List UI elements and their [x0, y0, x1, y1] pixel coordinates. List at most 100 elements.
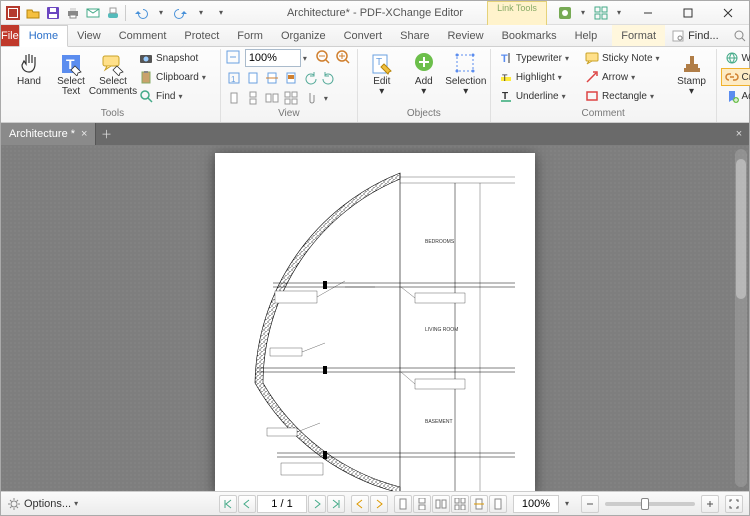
close-all-tabs-button[interactable]: × — [729, 123, 749, 145]
web-links-tool[interactable]: Web Links▾ — [721, 49, 750, 67]
tab-comment[interactable]: Comment — [110, 25, 176, 46]
highlight-tool[interactable]: THighlight▾ — [495, 68, 579, 86]
clipboard-tool[interactable]: Clipboard▾ — [135, 68, 216, 86]
zoom-slider-knob[interactable] — [641, 498, 649, 510]
open-icon[interactable] — [25, 5, 41, 21]
actual-size-icon[interactable]: 1 — [225, 69, 243, 87]
fullscreen-status-button[interactable] — [725, 495, 743, 513]
forward-button[interactable] — [370, 495, 388, 513]
select-text-tool[interactable]: T Select Text — [51, 49, 91, 98]
snapshot-tool[interactable]: Snapshot — [135, 49, 216, 67]
launch-dd[interactable]: ▾ — [611, 5, 627, 21]
zoom-in-status-button[interactable] — [701, 495, 719, 513]
print-icon[interactable] — [65, 5, 81, 21]
redo-icon[interactable] — [173, 5, 189, 21]
tab-form[interactable]: Form — [228, 25, 272, 46]
create-link-tool[interactable]: Create Link — [721, 68, 750, 86]
fit-width-status-icon[interactable] — [470, 495, 488, 513]
arrow-tool[interactable]: Arrow▾ — [581, 68, 670, 86]
save-icon[interactable] — [45, 5, 61, 21]
layout-two-icon[interactable] — [432, 495, 450, 513]
add-bookmark-tool[interactable]: Add Bookmark — [721, 87, 750, 105]
prev-page-button[interactable] — [238, 495, 256, 513]
tab-review[interactable]: Review — [438, 25, 492, 46]
undo-icon[interactable] — [133, 5, 149, 21]
two-page-icon[interactable] — [263, 89, 281, 107]
layout-two-cont-icon[interactable] — [451, 495, 469, 513]
find-tool[interactable]: Find▾ — [135, 87, 216, 105]
search-button[interactable]: Search... — [727, 27, 750, 45]
maximize-button[interactable] — [669, 2, 707, 24]
first-page-button[interactable] — [219, 495, 237, 513]
continuous-icon[interactable] — [244, 89, 262, 107]
scrollbar-thumb[interactable] — [736, 159, 746, 299]
close-button[interactable] — [709, 2, 747, 24]
options-button[interactable]: Options...▾ — [7, 497, 84, 511]
titlebar: ▾ ▾ ▾ Architecture* - PDF-XChange Editor… — [1, 1, 749, 25]
zoom-out-status-button[interactable] — [581, 495, 599, 513]
tab-file[interactable]: File — [1, 25, 19, 46]
undo-dropdown[interactable]: ▾ — [153, 5, 169, 21]
fit-page-status-icon[interactable] — [489, 495, 507, 513]
ui-theme-dd[interactable]: ▾ — [575, 5, 591, 21]
add-button[interactable]: Add▾ — [404, 49, 444, 98]
document-tab-close-icon[interactable]: × — [81, 128, 87, 140]
zoom-out-icon[interactable] — [315, 49, 333, 67]
fit-width-icon[interactable] — [263, 69, 281, 87]
typewriter-tool[interactable]: TTypewriter▾ — [495, 49, 579, 67]
launch-icon[interactable] — [593, 5, 609, 21]
select-comments-tool[interactable]: Select Comments — [93, 49, 133, 98]
zoom-status-input[interactable] — [513, 495, 559, 513]
tab-home[interactable]: Home — [19, 25, 68, 47]
tab-help[interactable]: Help — [566, 25, 607, 46]
tab-format[interactable]: Format — [612, 25, 665, 46]
selection-button[interactable]: Selection▾ — [446, 49, 486, 98]
zoom-status-dd[interactable]: ▾ — [565, 499, 575, 508]
hand-tool[interactable]: Hand — [9, 49, 49, 88]
sticky-note-tool[interactable]: Sticky Note▾ — [581, 49, 670, 67]
view-icon-row-1: 1 — [225, 69, 338, 87]
new-tab-button[interactable]: ＋ — [96, 123, 116, 145]
qat-customize[interactable]: ▾ — [213, 5, 229, 21]
tab-bookmarks[interactable]: Bookmarks — [493, 25, 566, 46]
view-more-dd[interactable]: ▾ — [320, 89, 338, 107]
attachments-icon[interactable] — [301, 89, 319, 107]
email-icon[interactable] — [85, 5, 101, 21]
edit-button[interactable]: T Edit▾ — [362, 49, 402, 98]
tab-convert[interactable]: Convert — [335, 25, 392, 46]
ui-theme-icon[interactable] — [557, 5, 573, 21]
redo-dropdown[interactable]: ▾ — [193, 5, 209, 21]
zoom-slider[interactable] — [605, 502, 695, 506]
page-input[interactable] — [257, 495, 307, 513]
zoom-out-rect-icon[interactable] — [225, 49, 243, 67]
rectangle-tool[interactable]: Rectangle▾ — [581, 87, 670, 105]
two-continuous-icon[interactable] — [282, 89, 300, 107]
vertical-scrollbar[interactable] — [735, 149, 747, 487]
next-page-button[interactable] — [308, 495, 326, 513]
minimize-button[interactable] — [629, 2, 667, 24]
tab-view[interactable]: View — [68, 25, 110, 46]
workspace[interactable]: BEDROOMS LIVING ROOM BASEMENT — [1, 145, 749, 491]
scan-icon[interactable] — [105, 5, 121, 21]
zoom-dd[interactable]: ▾ — [303, 54, 313, 63]
rotate-ccw-icon[interactable] — [301, 69, 319, 87]
underline-tool[interactable]: TUnderline▾ — [495, 87, 579, 105]
back-button[interactable] — [351, 495, 369, 513]
zoom-input[interactable] — [245, 49, 301, 67]
rotate-cw-icon[interactable] — [320, 69, 338, 87]
fit-page-icon[interactable] — [244, 69, 262, 87]
tab-protect[interactable]: Protect — [175, 25, 228, 46]
document-tab[interactable]: Architecture * × — [1, 123, 96, 145]
zoom-in-icon[interactable] — [335, 49, 353, 67]
single-page-icon[interactable] — [225, 89, 243, 107]
fit-visible-icon[interactable] — [282, 69, 300, 87]
layout-cont-icon[interactable] — [413, 495, 431, 513]
tab-share[interactable]: Share — [391, 25, 438, 46]
page-canvas[interactable]: BEDROOMS LIVING ROOM BASEMENT — [215, 153, 535, 491]
layout-single-icon[interactable] — [394, 495, 412, 513]
stamp-tool[interactable]: Stamp▾ — [672, 49, 712, 98]
architecture-drawing: BEDROOMS LIVING ROOM BASEMENT — [215, 153, 535, 491]
find-button[interactable]: Find... — [665, 27, 725, 45]
last-page-button[interactable] — [327, 495, 345, 513]
tab-organize[interactable]: Organize — [272, 25, 335, 46]
